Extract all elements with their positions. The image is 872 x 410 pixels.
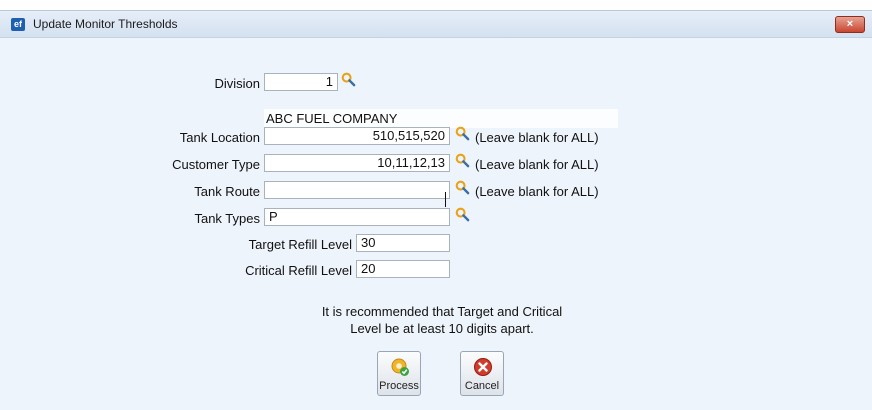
tank-location-hint: (Leave blank for ALL)	[475, 130, 599, 145]
cancel-button-label: Cancel	[464, 380, 500, 392]
note-line-1: It is recommended that Target and Critic…	[321, 304, 563, 319]
dialog-window: ef Update Monitor Thresholds × Division …	[0, 10, 872, 410]
customer-type-search-icon[interactable]	[455, 153, 470, 168]
tank-location-field[interactable]: 510,515,520	[264, 127, 450, 145]
customer-type-hint: (Leave blank for ALL)	[475, 157, 599, 172]
division-label: Division	[214, 76, 260, 91]
tank-route-hint: (Leave blank for ALL)	[475, 184, 599, 199]
tank-location-search-icon[interactable]	[455, 126, 470, 141]
cancel-button[interactable]: Cancel	[460, 351, 504, 396]
division-search-icon[interactable]	[341, 72, 356, 87]
tank-types-field[interactable]: P	[264, 208, 450, 226]
tank-types-label: Tank Types	[194, 211, 260, 226]
text-cursor	[445, 192, 446, 207]
tank-types-search-icon[interactable]	[455, 207, 470, 222]
critical-refill-label: Critical Refill Level	[245, 263, 352, 278]
target-refill-label: Target Refill Level	[248, 237, 352, 252]
tank-route-label: Tank Route	[194, 184, 260, 199]
window-title: Update Monitor Thresholds	[33, 17, 178, 31]
company-name: ABC FUEL COMPANY	[264, 109, 618, 128]
app-logo-icon: ef	[11, 18, 25, 31]
tank-location-label: Tank Location	[179, 130, 260, 145]
tank-route-search-icon[interactable]	[455, 180, 470, 195]
customer-type-label: Customer Type	[172, 157, 260, 172]
close-button[interactable]: ×	[835, 16, 865, 33]
target-refill-field[interactable]: 30	[356, 234, 450, 252]
tank-route-field[interactable]	[264, 181, 450, 199]
cancel-x-icon	[474, 358, 492, 376]
note-line-2: Level be at least 10 digits apart.	[350, 321, 534, 336]
customer-type-field[interactable]: 10,11,12,13	[264, 154, 450, 172]
critical-refill-field[interactable]: 20	[356, 260, 450, 278]
title-bar: ef Update Monitor Thresholds ×	[0, 11, 872, 38]
process-button-label: Process	[379, 380, 419, 392]
recommendation-note: It is recommended that Target and Critic…	[272, 303, 612, 337]
process-button[interactable]: Process	[377, 351, 421, 396]
division-field[interactable]: 1	[264, 73, 338, 91]
gear-check-icon	[391, 358, 409, 376]
